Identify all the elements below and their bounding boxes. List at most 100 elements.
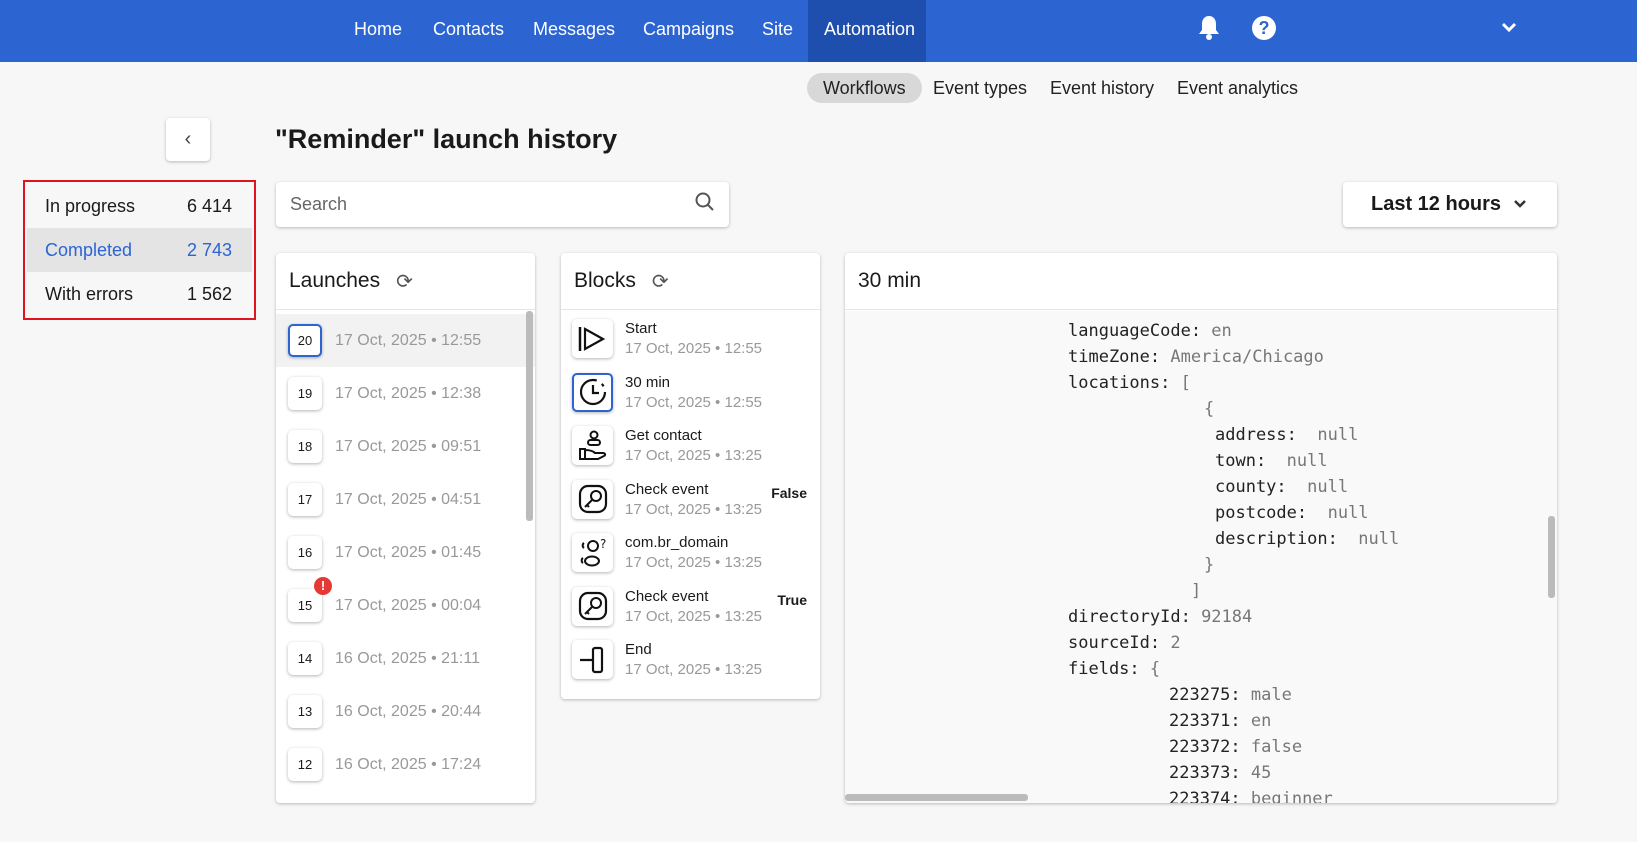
code-value: { [1204, 399, 1215, 419]
block-item[interactable]: ? com.br_domain 17 Oct, 2025 • 13:25 [561, 526, 820, 580]
launch-number-text: 15 [297, 598, 313, 613]
detail-code: languageCode: en timeZone: America/Chicag… [845, 311, 1557, 803]
code-line: 223275: male [1169, 682, 1292, 708]
block-item[interactable]: End 17 Oct, 2025 • 13:25 [561, 633, 820, 687]
block-date: 17 Oct, 2025 • 13:25 [625, 554, 763, 572]
code-value: { [1139, 659, 1161, 679]
code-key: postcode: [1215, 503, 1308, 523]
subtab-event-types[interactable]: Event types [917, 73, 1043, 103]
filter-completed[interactable]: Completed 2 743 [27, 228, 252, 272]
code-line: 223374: beginner [1169, 786, 1333, 803]
code-key: 223372: [1169, 737, 1241, 757]
launch-number-text: 17 [297, 492, 313, 507]
nav-automation[interactable]: Automation [808, 0, 926, 62]
block-date: 17 Oct, 2025 • 13:25 [625, 661, 763, 679]
launch-item[interactable]: 15! 17 Oct, 2025 • 00:04 [276, 577, 535, 632]
block-result: True [777, 591, 807, 608]
code-value: } [1204, 555, 1215, 575]
code-key: directoryId: [1068, 607, 1191, 627]
launch-item[interactable]: 17 17 Oct, 2025 • 04:51 [276, 473, 535, 526]
nav-contacts[interactable]: Contacts [417, 0, 520, 62]
filter-with-errors[interactable]: With errors 1 562 [27, 272, 252, 316]
filter-count: 1 562 [186, 283, 232, 304]
launch-number: 18 [288, 430, 322, 463]
play-icon [572, 319, 613, 359]
code-line: postcode: null [1215, 500, 1369, 526]
error-icon: ! [314, 577, 332, 595]
subtab-workflows[interactable]: Workflows [807, 73, 922, 103]
block-date: 17 Oct, 2025 • 12:55 [625, 393, 763, 411]
launch-date: 17 Oct, 2025 • 12:38 [335, 384, 482, 402]
launch-item[interactable]: 16 17 Oct, 2025 • 01:45 [276, 526, 535, 579]
nav-site[interactable]: Site [746, 0, 809, 62]
horizontal-scrollbar[interactable] [845, 794, 1028, 801]
block-item[interactable]: 30 min 17 Oct, 2025 • 12:55 [561, 366, 820, 420]
block-result: False [771, 484, 807, 501]
chevron-down-icon[interactable] [1500, 18, 1518, 41]
timer-icon [572, 372, 613, 412]
nav-messages[interactable]: Messages [517, 0, 631, 62]
launch-date: 16 Oct, 2025 • 20:44 [335, 702, 482, 720]
code-line: ] [1191, 578, 1201, 604]
subtab-event-history[interactable]: Event history [1034, 73, 1170, 103]
scrollbar[interactable] [526, 311, 533, 521]
launch-item[interactable]: 18 17 Oct, 2025 • 09:51 [276, 420, 535, 473]
search-icon[interactable] [695, 192, 715, 217]
code-value: America/Chicago [1160, 347, 1324, 367]
launch-date: 17 Oct, 2025 • 04:51 [335, 490, 482, 508]
filter-in-progress[interactable]: In progress 6 414 [27, 184, 252, 228]
code-key: 223374: [1169, 789, 1241, 803]
code-value: male [1240, 685, 1292, 705]
refresh-icon[interactable]: ⟳ [652, 269, 669, 294]
block-item[interactable]: Start 17 Oct, 2025 • 12:55 [561, 312, 820, 366]
launch-number: 20 [288, 324, 322, 357]
launch-date: 16 Oct, 2025 • 21:11 [335, 649, 480, 667]
code-line: description: null [1215, 526, 1399, 552]
code-line: 223372: false [1169, 734, 1302, 760]
code-line: sourceId: 2 [1068, 630, 1181, 656]
launches-panel: Launches ⟳ 20 17 Oct, 2025 • 12:55 19 17 Oct… [276, 253, 535, 803]
code-value: false [1240, 737, 1303, 757]
launch-number-text: 18 [297, 439, 313, 454]
back-button[interactable]: ‹ [166, 118, 210, 161]
refresh-icon[interactable]: ⟳ [396, 269, 413, 294]
code-value: null [1307, 503, 1369, 523]
bell-icon[interactable] [1197, 14, 1221, 47]
blocks-panel: Blocks ⟳ Start 17 Oct, 2025 • 12:55 30 min 1… [561, 253, 820, 699]
vertical-scrollbar[interactable] [1548, 516, 1555, 598]
launch-number: 19 [288, 377, 322, 410]
block-date: 17 Oct, 2025 • 13:25 [625, 447, 763, 465]
filter-label: Completed [45, 239, 133, 260]
launch-item[interactable]: 20 17 Oct, 2025 • 12:55 [276, 314, 535, 367]
code-value: en [1240, 711, 1272, 731]
nav-campaigns[interactable]: Campaigns [627, 0, 750, 62]
code-value: 45 [1240, 763, 1272, 783]
subtab-event-analytics[interactable]: Event analytics [1161, 73, 1314, 103]
block-date: 17 Oct, 2025 • 13:25 [625, 500, 763, 518]
time-range-select[interactable]: Last 12 hours [1343, 182, 1557, 227]
search-input[interactable] [290, 194, 695, 215]
page-title: "Reminder" launch history [275, 124, 618, 154]
code-line: 223373: 45 [1169, 760, 1271, 786]
code-value: null [1296, 425, 1359, 445]
launch-item[interactable]: 12 16 Oct, 2025 • 17:24 [276, 738, 535, 791]
block-item[interactable]: Check event 17 Oct, 2025 • 13:25 False [561, 473, 820, 527]
block-item[interactable]: Get contact 17 Oct, 2025 • 13:25 [561, 419, 820, 473]
code-key: county: [1215, 477, 1287, 497]
code-line: fields: { [1068, 656, 1160, 682]
launch-item[interactable]: 13 16 Oct, 2025 • 20:44 [276, 685, 535, 738]
launch-number: 12 [288, 748, 322, 781]
code-key: 223371: [1169, 711, 1241, 731]
block-item[interactable]: Check event 17 Oct, 2025 • 13:25 True [561, 580, 820, 634]
launch-item[interactable]: 14 16 Oct, 2025 • 21:11 [276, 632, 535, 685]
code-key: town: [1215, 451, 1267, 471]
status-filter: In progress 6 414 Completed 2 743 With err… [23, 180, 256, 320]
block-name: End [625, 641, 652, 659]
launch-number-text: 12 [297, 757, 313, 772]
code-value: en [1201, 321, 1232, 341]
code-line: directoryId: 92184 [1068, 604, 1252, 630]
launch-item[interactable]: 19 17 Oct, 2025 • 12:38 [276, 367, 535, 420]
launch-number-text: 19 [297, 386, 313, 401]
nav-home[interactable]: Home [338, 0, 418, 62]
help-icon[interactable]: ? [1252, 16, 1276, 40]
